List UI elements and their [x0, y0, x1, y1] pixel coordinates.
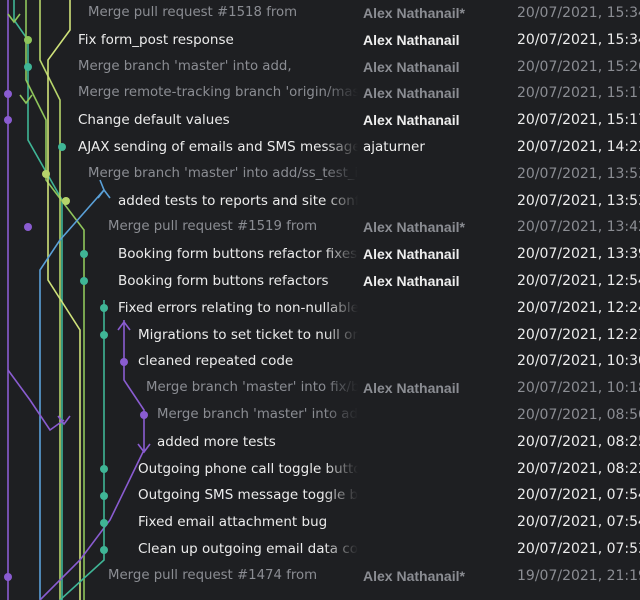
- commit-row[interactable]: Outgoing phone call toggle button 20/07/2…: [0, 455, 640, 483]
- commit-row[interactable]: cleaned repeated code 20/07/2021, 10:30: [0, 348, 640, 376]
- commit-date: 20/07/2021, 15:34: [517, 31, 640, 48]
- commit-author: [363, 188, 513, 215]
- commit-message: Change default values: [78, 112, 230, 129]
- commit-row[interactable]: Merge pull request #1519 from Alex Nathan…: [0, 214, 640, 242]
- commit-row[interactable]: Outgoing SMS message toggle but 20/07/202…: [0, 482, 640, 510]
- commit-message: Merge pull request #1518 from: [88, 5, 298, 20]
- commit-row[interactable]: Fixed email attachment bug 20/07/2021, 07…: [0, 509, 640, 536]
- commit-date: 20/07/2021, 08:50: [517, 407, 640, 423]
- commit-date: 20/07/2021, 08:25: [517, 433, 640, 450]
- commit-date: 20/07/2021, 12:24: [517, 299, 640, 316]
- commit-message: Booking form buttons refactors: [118, 273, 329, 289]
- commit-date: 20/07/2021, 13:39: [517, 246, 640, 263]
- commit-message: Outgoing SMS message toggle but: [138, 487, 358, 504]
- commit-author: Alex Nathanail: [363, 112, 460, 129]
- commit-row[interactable]: Migrations to set ticket to null on co 20…: [0, 321, 640, 349]
- commit-author: Alex Nathanail: [363, 273, 460, 289]
- commit-row[interactable]: Merge pull request #1518 from Alex Nathan…: [0, 0, 640, 27]
- commit-date: 20/07/2021, 12:21: [517, 326, 640, 343]
- commit-date: 20/07/2021, 12:54: [517, 273, 640, 289]
- commit-author: [363, 322, 513, 349]
- commit-author: [363, 348, 513, 375]
- commit-message: Fix form_post response: [78, 31, 234, 48]
- commit-row[interactable]: Merge branch 'master' into fix/boo Alex N…: [0, 375, 640, 402]
- commit-date: 20/07/2021, 13:53: [517, 165, 640, 182]
- commit-row[interactable]: Fixed errors relating to non-nullable ti…: [0, 294, 640, 322]
- commit-message: added tests to reports and site config: [118, 192, 358, 209]
- commit-message: Merge pull request #1474 from: [108, 567, 318, 583]
- commit-date: 20/07/2021, 10:18: [517, 380, 640, 397]
- commit-author: [363, 509, 513, 536]
- commit-message: Merge pull request #1519 from: [108, 219, 318, 235]
- commit-date: 20/07/2021, 15:17: [517, 112, 640, 129]
- commit-message: AJAX sending of emails and SMS messages.: [78, 139, 358, 155]
- commit-date: 20/07/2021, 13:53: [517, 192, 640, 209]
- commit-message: Merge branch 'master' into add/: [157, 407, 358, 422]
- commit-author: [363, 456, 513, 483]
- commit-author: [363, 295, 513, 322]
- commit-message: Merge remote-tracking branch 'origin/mas…: [78, 85, 358, 101]
- commit-row[interactable]: Merge branch 'master' into add/ss_test_i…: [0, 160, 640, 188]
- commit-row[interactable]: Booking form buttons refactors Alex Natha…: [0, 268, 640, 295]
- commit-author: Alex Nathanail*: [363, 219, 465, 236]
- commit-date: 20/07/2021, 07:54: [517, 487, 640, 504]
- commit-author: Alex Nathanail: [363, 246, 460, 263]
- commit-message: Fixed email attachment bug: [138, 514, 328, 531]
- commit-row[interactable]: added tests to reports and site config 20…: [0, 187, 640, 215]
- commit-date: 20/07/2021, 13:42: [517, 219, 640, 236]
- commit-row[interactable]: Change default values Alex Nathanail 20/07…: [0, 107, 640, 134]
- commit-message: Migrations to set ticket to null on co: [138, 326, 358, 343]
- commit-message: Merge branch 'master' into fix/boo: [146, 380, 358, 396]
- commit-author: Alex Nathanail: [363, 380, 460, 397]
- commit-author: [363, 482, 513, 509]
- commit-row[interactable]: Merge branch 'master' into add/20/07/202…: [0, 402, 640, 429]
- commit-date: 19/07/2021, 21:19: [517, 567, 640, 584]
- commit-row[interactable]: Booking form buttons refactor fixes Alex …: [0, 241, 640, 268]
- commit-message: Outgoing phone call toggle button: [138, 460, 358, 477]
- commit-author: Alex Nathanail*: [363, 5, 465, 21]
- commit-message: Clean up outgoing email data collec: [138, 541, 358, 557]
- commit-author: Alex Nathanail: [363, 85, 460, 102]
- commit-message: Booking form buttons refactor fixes: [118, 246, 358, 263]
- commit-row[interactable]: added more tests 20/07/2021, 08:25: [0, 428, 640, 456]
- commit-author: Alex Nathanail: [363, 31, 460, 48]
- commit-author: ajaturner: [363, 139, 425, 155]
- commit-date: 20/07/2021, 07:54: [517, 514, 640, 531]
- commit-date: 20/07/2021, 08:22: [517, 460, 640, 477]
- commit-row[interactable]: AJAX sending of emails and SMS messages.…: [0, 134, 640, 161]
- commit-author: [363, 536, 513, 563]
- commit-row[interactable]: Clean up outgoing email data collec 20/07…: [0, 536, 640, 563]
- commit-message: Fixed errors relating to non-nullable ti…: [118, 299, 358, 316]
- commit-author: [363, 161, 513, 188]
- commit-date: 20/07/2021, 15:17: [517, 85, 640, 102]
- commit-author: [363, 429, 513, 456]
- commit-date: 20/07/2021, 15:26: [517, 58, 640, 75]
- commit-message: cleaned repeated code: [138, 353, 294, 370]
- commit-row[interactable]: Merge pull request #1474 from Alex Nathan…: [0, 562, 640, 590]
- commit-author: [363, 402, 513, 429]
- commit-message: added more tests: [157, 433, 276, 450]
- commit-date: 20/07/2021, 14:22: [517, 139, 640, 155]
- commit-message: Merge branch 'master' into add,: [78, 58, 292, 74]
- commit-list: Merge pull request #1518 from Alex Nathan…: [0, 0, 640, 600]
- commit-row[interactable]: Merge branch 'master' into add, Alex Nath…: [0, 53, 640, 81]
- commit-row[interactable]: Merge remote-tracking branch 'origin/mas…: [0, 80, 640, 108]
- commit-date: 20/07/2021, 15:34: [517, 5, 640, 21]
- commit-author: Alex Nathanail: [363, 58, 460, 75]
- commit-message: Merge branch 'master' into add/ss_test_i…: [88, 165, 358, 181]
- commit-date: 20/07/2021, 07:53: [517, 541, 640, 557]
- commit-row[interactable]: Fix form_post response Alex Nathanail 20/0…: [0, 26, 640, 54]
- commit-date: 20/07/2021, 10:30: [517, 353, 640, 370]
- commit-author: Alex Nathanail*: [363, 567, 465, 584]
